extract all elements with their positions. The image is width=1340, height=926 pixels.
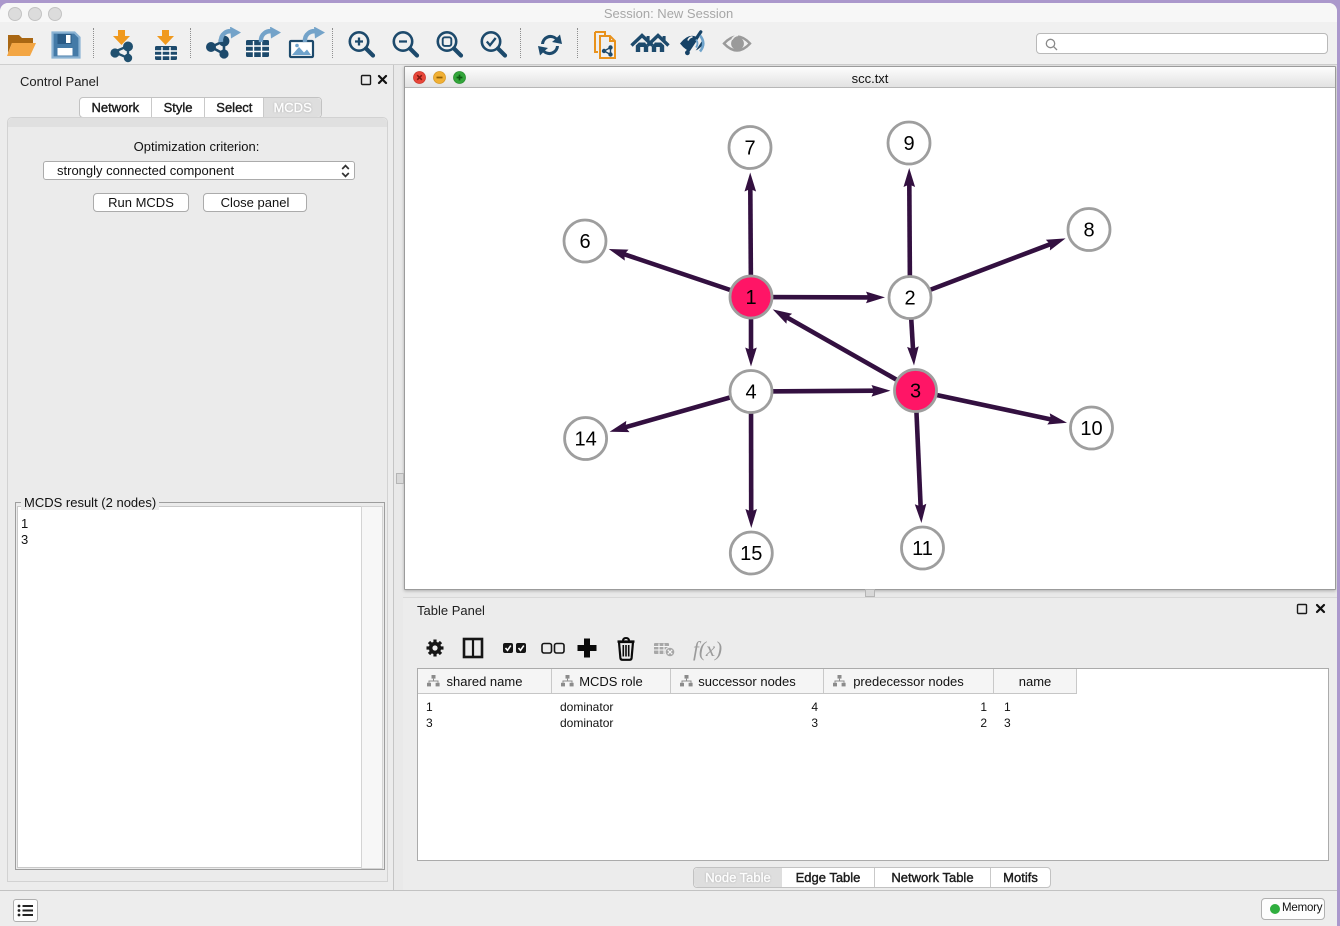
svg-text:15: 15 — [740, 543, 762, 565]
svg-text:9: 9 — [903, 133, 914, 155]
svg-text:10: 10 — [1080, 418, 1102, 440]
svg-text:11: 11 — [912, 538, 933, 560]
svg-text:3: 3 — [910, 381, 921, 403]
svg-text:f(x): f(x) — [693, 637, 722, 661]
svg-text:2: 2 — [904, 288, 915, 310]
svg-text:6: 6 — [579, 231, 590, 253]
svg-text:14: 14 — [574, 429, 596, 451]
svg-text:8: 8 — [1083, 220, 1094, 242]
svg-text:1: 1 — [745, 287, 756, 309]
svg-text:4: 4 — [745, 382, 756, 404]
svg-text:7: 7 — [744, 138, 755, 160]
